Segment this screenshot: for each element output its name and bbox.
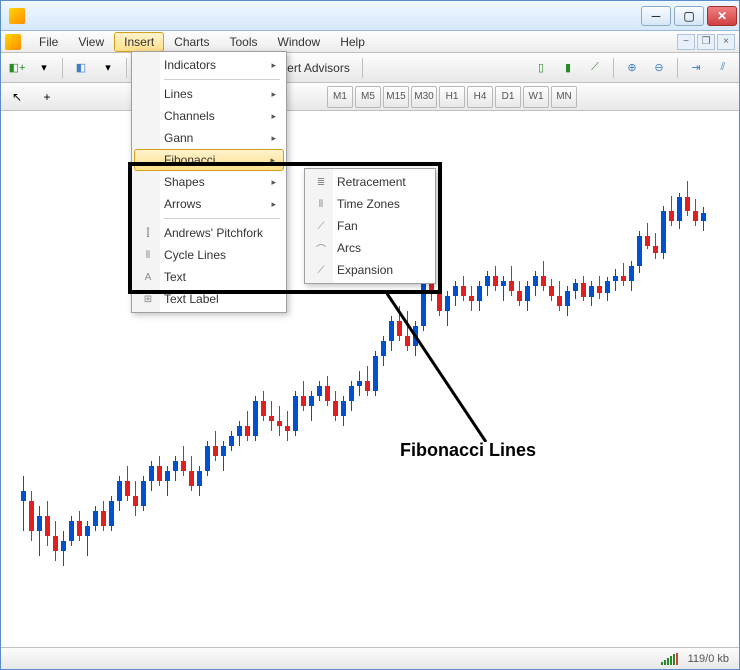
submenu-retracement[interactable]: ≣Retracement bbox=[307, 171, 433, 193]
cursor-button[interactable]: ↖ bbox=[5, 85, 29, 109]
menu-window[interactable]: Window bbox=[268, 32, 331, 52]
menu-tools[interactable]: Tools bbox=[220, 32, 268, 52]
titlebar: ─ ▢ ✕ bbox=[1, 1, 739, 31]
maximize-button[interactable]: ▢ bbox=[674, 6, 704, 26]
timeframe-m1[interactable]: M1 bbox=[327, 86, 353, 108]
candle-chart-button[interactable]: ▮ bbox=[556, 56, 580, 80]
menu-gann[interactable]: Gann▸ bbox=[134, 127, 284, 149]
menu-insert[interactable]: Insert bbox=[114, 32, 164, 52]
timeframe-w1[interactable]: W1 bbox=[523, 86, 549, 108]
chevron-right-icon: ▸ bbox=[271, 199, 276, 210]
minimize-button[interactable]: ─ bbox=[641, 6, 671, 26]
separator bbox=[677, 58, 678, 78]
menu-charts[interactable]: Charts bbox=[164, 32, 219, 52]
menu-fibonacci[interactable]: Fibonacci▸ bbox=[134, 149, 284, 171]
menubar: FileViewInsertChartsToolsWindowHelp − ❐ … bbox=[1, 31, 739, 53]
fibonacci-submenu: ≣Retracement ⦀Time Zones ⟋Fan ⌒Arcs ⟋Exp… bbox=[304, 168, 436, 284]
submenu-fan[interactable]: ⟋Fan bbox=[307, 215, 433, 237]
chevron-right-icon: ▸ bbox=[271, 133, 276, 144]
timezones-icon: ⦀ bbox=[313, 196, 329, 212]
statusbar: 119/0 kb bbox=[1, 647, 739, 669]
separator bbox=[362, 58, 363, 78]
menu-text[interactable]: AText bbox=[134, 266, 284, 288]
submenu-expansion[interactable]: ⟋Expansion bbox=[307, 259, 433, 281]
arcs-icon: ⌒ bbox=[313, 240, 329, 256]
zoom-in-button[interactable]: ⊕ bbox=[620, 56, 644, 80]
menu-andrews-pitchfork[interactable]: ⫿Andrews' Pitchfork bbox=[134, 222, 284, 244]
annotation-text: Fibonacci Lines bbox=[400, 440, 536, 461]
chevron-right-icon: ▸ bbox=[271, 177, 276, 188]
timeframe-h1[interactable]: H1 bbox=[439, 86, 465, 108]
insert-menu: Indicators▸ Lines▸ Channels▸ Gann▸ Fibon… bbox=[131, 51, 287, 313]
cycle-icon: ⦀ bbox=[140, 247, 156, 263]
timeframe-m30[interactable]: M30 bbox=[411, 86, 437, 108]
chart-dropdown-icon[interactable]: ▾ bbox=[32, 56, 56, 80]
separator bbox=[613, 58, 614, 78]
timeframe-m5[interactable]: M5 bbox=[355, 86, 381, 108]
timeframe-toolbar: ↖ + M1M5M15M30H1H4D1W1MN bbox=[1, 83, 739, 111]
fan-icon: ⟋ bbox=[313, 218, 329, 234]
connection-status: 119/0 kb bbox=[688, 653, 729, 665]
menu-text-label[interactable]: ⊞Text Label bbox=[134, 288, 284, 310]
mdi-minimize-button[interactable]: − bbox=[677, 34, 695, 50]
menu-indicators[interactable]: Indicators▸ bbox=[134, 54, 284, 76]
close-button[interactable]: ✕ bbox=[707, 6, 737, 26]
menu-shapes[interactable]: Shapes▸ bbox=[134, 171, 284, 193]
line-chart-button[interactable]: ⟋ bbox=[583, 56, 607, 80]
menu-channels[interactable]: Channels▸ bbox=[134, 105, 284, 127]
separator bbox=[164, 218, 280, 219]
separator bbox=[164, 79, 280, 80]
auto-scroll-button[interactable]: ⇥ bbox=[684, 56, 708, 80]
menu-arrows[interactable]: Arrows▸ bbox=[134, 193, 284, 215]
menu-help[interactable]: Help bbox=[330, 32, 375, 52]
submenu-timezones[interactable]: ⦀Time Zones bbox=[307, 193, 433, 215]
text-label-icon: ⊞ bbox=[140, 291, 156, 307]
timeframe-m15[interactable]: M15 bbox=[383, 86, 409, 108]
connection-bars-icon bbox=[661, 653, 678, 665]
chevron-right-icon: ▸ bbox=[271, 89, 276, 100]
app-window: ─ ▢ ✕ FileViewInsertChartsToolsWindowHel… bbox=[0, 0, 740, 670]
chart-shift-button[interactable]: ⫽ bbox=[711, 56, 735, 80]
timeframe-d1[interactable]: D1 bbox=[495, 86, 521, 108]
toolbar-main: ◧+ ▾ ◧ ▾ ⬚ w Order ◆ ⬤ Expert Advisors ▯… bbox=[1, 53, 739, 83]
separator bbox=[126, 58, 127, 78]
retracement-icon: ≣ bbox=[313, 174, 329, 190]
zoom-out-button[interactable]: ⊖ bbox=[647, 56, 671, 80]
submenu-arcs[interactable]: ⌒Arcs bbox=[307, 237, 433, 259]
chevron-right-icon: ▸ bbox=[271, 111, 276, 122]
crosshair-button[interactable]: + bbox=[35, 85, 59, 109]
pitchfork-icon: ⫿ bbox=[140, 225, 156, 241]
profile-button[interactable]: ◧ bbox=[69, 56, 93, 80]
profile-dropdown-icon[interactable]: ▾ bbox=[96, 56, 120, 80]
bar-chart-button[interactable]: ▯ bbox=[529, 56, 553, 80]
mdi-restore-button[interactable]: ❐ bbox=[697, 34, 715, 50]
text-icon: A bbox=[140, 269, 156, 285]
app-icon bbox=[9, 8, 25, 24]
chevron-right-icon: ▸ bbox=[271, 60, 276, 71]
menu-lines[interactable]: Lines▸ bbox=[134, 83, 284, 105]
chevron-right-icon: ▸ bbox=[270, 155, 275, 166]
menu-cycle-lines[interactable]: ⦀Cycle Lines bbox=[134, 244, 284, 266]
mdi-close-button[interactable]: × bbox=[717, 34, 735, 50]
expansion-icon: ⟋ bbox=[313, 262, 329, 278]
new-chart-button[interactable]: ◧+ bbox=[5, 56, 29, 80]
timeframe-h4[interactable]: H4 bbox=[467, 86, 493, 108]
separator bbox=[62, 58, 63, 78]
menubar-app-icon bbox=[5, 34, 21, 50]
menu-file[interactable]: File bbox=[29, 32, 68, 52]
menu-view[interactable]: View bbox=[68, 32, 114, 52]
timeframe-mn[interactable]: MN bbox=[551, 86, 577, 108]
